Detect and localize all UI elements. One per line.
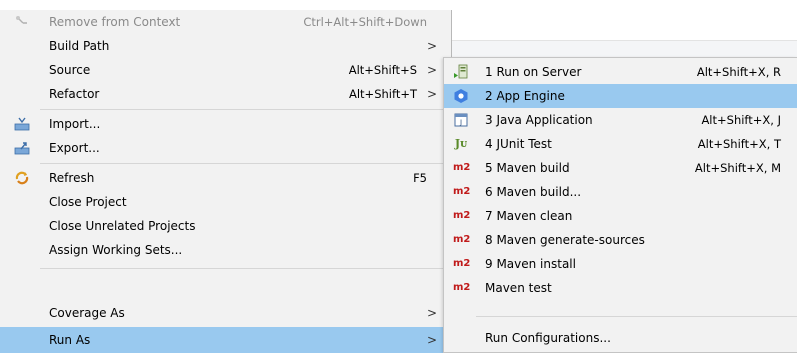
- menu-item-remove-from-context[interactable]: Remove from Context Ctrl+Alt+Shift+Down: [0, 10, 451, 34]
- menu-item-label: 2 App Engine: [485, 89, 565, 103]
- menu-item-label: 3 Java Application: [485, 113, 593, 127]
- menu-item-java-application[interactable]: J 3 Java Application Alt+Shift+X, J: [444, 108, 797, 132]
- menu-item-refresh[interactable]: Refresh F5: [0, 166, 451, 190]
- menu-item-app-engine[interactable]: 2 App Engine: [444, 84, 797, 108]
- menu-separator: [40, 163, 447, 164]
- menu-separator: [40, 268, 447, 269]
- menu-item-label: Import...: [49, 117, 101, 131]
- menu-item-label: Close Project: [49, 195, 127, 209]
- menu-separator: [40, 109, 447, 110]
- project-context-menu: Remove from Context Ctrl+Alt+Shift+Down …: [0, 10, 452, 353]
- menu-item-label: Assign Working Sets...: [49, 243, 183, 257]
- menu-item-shortcut: Ctrl+Alt+Shift+Down: [303, 15, 427, 29]
- submenu-arrow-icon: >: [426, 87, 437, 101]
- menu-item-close-project[interactable]: Close Project: [0, 190, 451, 214]
- submenu-arrow-icon: >: [426, 39, 437, 53]
- menu-item-label: 8 Maven generate-sources: [485, 233, 645, 247]
- menu-item-shortcut: Alt+Shift+X, J: [701, 113, 781, 127]
- menu-item-label: Refresh: [49, 171, 95, 185]
- menu-item-assign-working-sets[interactable]: Assign Working Sets...: [0, 238, 451, 262]
- menu-item-label: Run As: [49, 333, 91, 347]
- submenu-arrow-icon: >: [426, 63, 437, 77]
- menu-item-close-unrelated-projects[interactable]: Close Unrelated Projects: [0, 214, 451, 238]
- maven-icon: m2: [453, 186, 471, 197]
- menu-item-shortcut: F5: [413, 171, 427, 185]
- menu-item-label: Coverage As: [49, 306, 125, 320]
- submenu-arrow-icon: >: [426, 306, 437, 320]
- menu-item-label: 5 Maven build: [485, 161, 570, 175]
- menu-item-maven-clean[interactable]: m2 7 Maven clean: [444, 204, 797, 228]
- import-icon: [14, 116, 30, 132]
- menu-item-label: Build Path: [49, 39, 110, 53]
- submenu-arrow-icon: >: [426, 333, 437, 347]
- java-application-icon: J: [453, 112, 469, 128]
- remove-context-icon: [14, 14, 30, 30]
- menu-item-export[interactable]: Export...: [0, 136, 451, 160]
- menu-item-label: Export...: [49, 141, 100, 155]
- menu-item-run-on-server[interactable]: 1 Run on Server Alt+Shift+X, R: [444, 60, 797, 84]
- menu-item-maven-build[interactable]: m2 5 Maven build Alt+Shift+X, M: [444, 156, 797, 180]
- menu-item-maven-test[interactable]: m2 Maven test: [444, 276, 797, 300]
- menu-item-label: Run Configurations...: [485, 331, 611, 345]
- maven-icon: m2: [453, 234, 471, 245]
- menu-item-label: Maven test: [485, 281, 552, 295]
- refresh-icon: [14, 170, 30, 186]
- menu-item-label: 6 Maven build...: [485, 185, 582, 199]
- menu-item-label: 4 JUnit Test: [485, 137, 552, 151]
- menu-item-label: Close Unrelated Projects: [49, 219, 196, 233]
- maven-icon: m2: [453, 282, 471, 293]
- underlying-window-strip: [452, 40, 797, 58]
- menu-item-build-path[interactable]: Build Path >: [0, 34, 451, 58]
- menu-item-shortcut: Alt+Shift+X, R: [696, 65, 781, 79]
- menu-item-label: 1 Run on Server: [485, 65, 582, 79]
- maven-icon: m2: [453, 210, 471, 221]
- menu-item-run-as[interactable]: Run As >: [0, 327, 451, 353]
- app-engine-icon: [453, 88, 469, 104]
- run-on-server-icon: [453, 64, 469, 80]
- menu-item-junit-test[interactable]: Jᴜ 4 JUnit Test Alt+Shift+X, T: [444, 132, 797, 156]
- svg-text:J: J: [459, 119, 462, 127]
- menu-item-shortcut: Alt+Shift+X, T: [697, 137, 781, 151]
- menu-item-run-configurations[interactable]: Run Configurations...: [444, 326, 797, 350]
- menu-item-maven-generate-sources[interactable]: m2 8 Maven generate-sources: [444, 228, 797, 252]
- menu-item-maven-build-dialog[interactable]: m2 6 Maven build...: [444, 180, 797, 204]
- maven-icon: m2: [453, 162, 471, 173]
- menu-item-label: Remove from Context: [49, 15, 181, 29]
- menu-item-label: Refactor: [49, 87, 100, 101]
- menu-item-maven-install[interactable]: m2 9 Maven install: [444, 252, 797, 276]
- menu-item-coverage-as[interactable]: Coverage As >: [0, 301, 451, 325]
- menu-item-label: 7 Maven clean: [485, 209, 573, 223]
- menu-item-shortcut: Alt+Shift+X, M: [694, 161, 781, 175]
- run-as-submenu: 1 Run on Server Alt+Shift+X, R 2 App Eng…: [443, 57, 797, 353]
- menu-item-label: 9 Maven install: [485, 257, 576, 271]
- export-icon: [14, 140, 30, 156]
- menu-item-shortcut: Alt+Shift+S: [348, 63, 417, 77]
- menu-item-refactor[interactable]: Refactor Alt+Shift+T >: [0, 82, 451, 106]
- menu-item-import[interactable]: Import...: [0, 112, 451, 136]
- menu-separator: [476, 316, 797, 317]
- menu-item-shortcut: Alt+Shift+T: [348, 87, 417, 101]
- junit-icon: Jᴜ: [454, 137, 468, 150]
- maven-icon: m2: [453, 258, 471, 269]
- menu-item-label: Source: [49, 63, 91, 77]
- menu-item-source[interactable]: Source Alt+Shift+S >: [0, 58, 451, 82]
